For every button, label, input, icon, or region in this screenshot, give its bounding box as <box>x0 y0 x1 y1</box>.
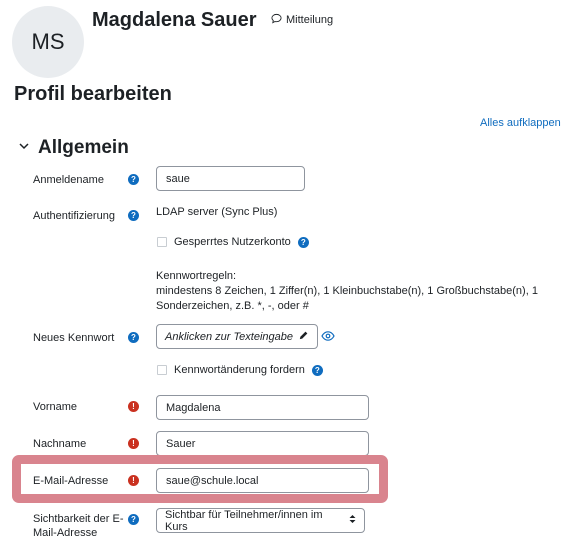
firstname-input[interactable]: Magdalena <box>156 395 369 420</box>
question-circle-icon[interactable]: ? <box>128 174 139 185</box>
new-password-label: Neues Kennwort <box>33 332 115 344</box>
expand-all-link[interactable]: Alles aufklappen <box>480 117 561 129</box>
force-change-checkbox[interactable] <box>157 365 167 375</box>
user-name: Magdalena Sauer <box>92 9 257 31</box>
new-password-placeholder: Anklicken zur Texteingabe <box>165 330 294 343</box>
auth-label: Authentifizierung <box>33 210 115 222</box>
up-down-arrows-icon <box>349 514 356 527</box>
question-circle-icon[interactable]: ? <box>128 514 139 525</box>
force-change-row: Kennwortänderung fordern ? <box>157 364 323 376</box>
pencil-icon <box>298 330 309 344</box>
question-circle-icon[interactable]: ? <box>297 236 309 248</box>
exclamation-circle-icon: ! <box>128 475 139 486</box>
new-password-field[interactable]: Anklicken zur Texteingabe <box>156 324 318 349</box>
email-label: E-Mail-Adresse <box>33 475 109 487</box>
email-input[interactable]: saue@schule.local <box>156 468 369 493</box>
section-toggle-general[interactable]: Allgemein <box>18 137 129 159</box>
suspended-label: Gesperrtes Nutzerkonto <box>174 236 291 248</box>
speech-bubble-icon <box>271 13 282 27</box>
auth-value: LDAP server (Sync Plus) <box>156 206 278 218</box>
chevron-down-icon <box>18 139 30 157</box>
email-visibility-select[interactable]: Sichtbar für Teilnehmer/innen im Kurs <box>156 508 365 533</box>
firstname-value: Magdalena <box>166 401 221 414</box>
suspended-checkbox[interactable] <box>157 237 167 247</box>
section-title: Allgemein <box>38 137 129 158</box>
page-title: Profil bearbeiten <box>14 83 172 105</box>
exclamation-circle-icon: ! <box>128 401 139 412</box>
message-button[interactable]: Mitteilung <box>271 13 333 27</box>
firstname-label: Vorname <box>33 401 78 413</box>
email-visibility-label-line1: Sichtbarkeit der E- <box>33 513 124 525</box>
avatar: MS <box>12 6 84 78</box>
suspended-row: Gesperrtes Nutzerkonto ? <box>157 236 309 248</box>
question-circle-icon[interactable]: ? <box>311 364 323 376</box>
email-value: saue@schule.local <box>166 474 259 487</box>
force-change-label: Kennwortänderung fordern <box>174 364 305 376</box>
username-label: Anmeldename <box>33 174 104 186</box>
password-rules-line2: Sonderzeichen, z.B. *, -, oder # <box>156 300 309 312</box>
lastname-label: Nachname <box>33 438 87 450</box>
question-circle-icon[interactable]: ? <box>128 332 139 343</box>
lastname-value: Sauer <box>166 437 196 450</box>
lastname-input[interactable]: Sauer <box>156 431 369 456</box>
username-value: saue <box>166 172 190 185</box>
password-rules-line1: mindestens 8 Zeichen, 1 Ziffer(n), 1 Kle… <box>156 285 538 297</box>
username-input[interactable]: saue <box>156 166 305 191</box>
eye-icon[interactable] <box>321 329 335 347</box>
question-circle-icon[interactable]: ? <box>128 210 139 221</box>
message-label: Mitteilung <box>286 14 334 26</box>
password-rules-heading: Kennwortregeln: <box>156 270 237 282</box>
email-visibility-label: Sichtbarkeit der E- Mail-Adresse <box>33 512 123 540</box>
avatar-initials: MS <box>31 29 65 54</box>
exclamation-circle-icon: ! <box>128 438 139 449</box>
password-rules: Kennwortregeln: mindestens 8 Zeichen, 1 … <box>156 269 538 314</box>
email-visibility-value: Sichtbar für Teilnehmer/innen im Kurs <box>165 508 323 533</box>
